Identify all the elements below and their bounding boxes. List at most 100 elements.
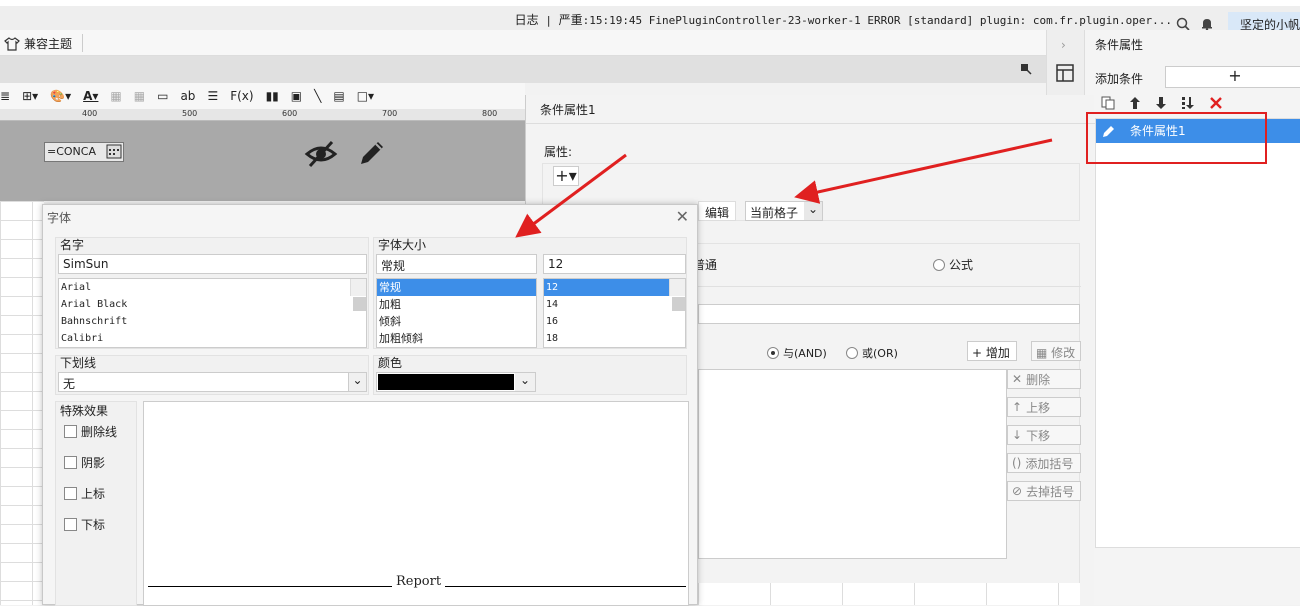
- color-picker[interactable]: ⌄: [376, 372, 536, 392]
- condition-list-box[interactable]: [698, 369, 1007, 559]
- merge-icon[interactable]: ▭: [157, 89, 168, 103]
- down-label: 下移: [1026, 428, 1051, 443]
- remove-bracket-button[interactable]: ⊘ 去掉括号: [1007, 481, 1081, 501]
- radio-circle: [846, 347, 858, 359]
- font-size-list[interactable]: 12 14 16 18: [543, 278, 686, 348]
- subreport-icon[interactable]: ▤: [333, 89, 344, 103]
- size-option[interactable]: 14: [544, 296, 685, 313]
- modify-icon: ▦: [1036, 346, 1052, 360]
- move-down-button[interactable]: ↓ 下移: [1007, 425, 1081, 445]
- style-option[interactable]: 倾斜: [377, 313, 536, 330]
- font-name-list[interactable]: Arial Arial Black Bahnschrift Calibri: [58, 278, 367, 348]
- underline-select[interactable]: 无 ⌄: [58, 372, 367, 392]
- add-condition-button[interactable]: +: [1165, 66, 1300, 88]
- bracket-icon: (): [1012, 456, 1022, 470]
- size-option[interactable]: 12: [544, 279, 685, 296]
- shadow-checkbox[interactable]: 阴影: [64, 454, 105, 471]
- design-canvas[interactable]: =CONCA: [0, 121, 525, 201]
- severity-label: 严重: [558, 13, 583, 27]
- delete-button[interactable]: ✕ 删除: [1007, 369, 1081, 389]
- font-option[interactable]: Arial: [59, 279, 366, 296]
- size-option[interactable]: 16: [544, 313, 685, 330]
- add-bracket-button[interactable]: () 添加括号: [1007, 453, 1081, 473]
- spreadsheet-grid[interactable]: [0, 201, 44, 605]
- pencil-icon[interactable]: [356, 137, 388, 169]
- add-attribute-button[interactable]: +▾: [553, 166, 579, 186]
- lower-grid: [698, 583, 1080, 605]
- move-down-icon[interactable]: [1155, 96, 1167, 110]
- font-option[interactable]: Arial Black: [59, 296, 366, 313]
- font-style-list[interactable]: 常规 加粗 倾斜 加粗倾斜: [376, 278, 537, 348]
- subscript-label: 下标: [81, 518, 106, 532]
- size-list-scrollbar[interactable]: [669, 279, 685, 311]
- style-option[interactable]: 加粗倾斜: [377, 330, 536, 347]
- add-condition-item-button[interactable]: + 增加: [967, 341, 1017, 361]
- chevron-down-icon: ⌄: [804, 202, 822, 220]
- font-option[interactable]: Bahnschrift: [59, 313, 366, 330]
- search-icon[interactable]: [1176, 17, 1190, 31]
- fill-color-icon[interactable]: 🎨▾: [50, 89, 71, 103]
- title-divider: [526, 123, 1095, 124]
- formula-input[interactable]: [698, 304, 1080, 324]
- edit-button[interactable]: 编辑: [698, 201, 737, 221]
- modify-label: 修改: [1051, 346, 1076, 360]
- move-up-icon[interactable]: [1129, 96, 1141, 110]
- status-bar: 日志 | 严重:15:19:45 FinePluginController-23…: [0, 6, 1300, 36]
- color-swatch: [378, 374, 514, 390]
- strikethrough-checkbox[interactable]: 删除线: [64, 423, 117, 440]
- font-name-input[interactable]: SimSun: [58, 254, 367, 274]
- copy-icon[interactable]: [1101, 96, 1115, 110]
- font-color-icon[interactable]: A▾: [83, 89, 98, 103]
- bell-icon[interactable]: [1200, 17, 1214, 31]
- calendar-icon[interactable]: [106, 143, 122, 159]
- shirt-icon: [4, 36, 20, 51]
- delete-icon[interactable]: [1209, 96, 1223, 110]
- radio-formula[interactable]: 公式: [933, 256, 973, 273]
- grid-icon[interactable]: ▦: [110, 89, 121, 103]
- font-size-input[interactable]: 12: [543, 254, 686, 274]
- size-option[interactable]: 18: [544, 330, 685, 347]
- subscript-checkbox[interactable]: 下标: [64, 516, 105, 533]
- move-bottom-icon[interactable]: [1181, 96, 1195, 110]
- modify-button[interactable]: ▦ 修改: [1031, 341, 1081, 361]
- superscript-checkbox[interactable]: 上标: [64, 485, 105, 502]
- chart-icon[interactable]: ▮▮: [266, 89, 279, 103]
- style-option[interactable]: 加粗: [377, 296, 536, 313]
- chevron-right-icon[interactable]: ›: [1061, 38, 1066, 52]
- add-bracket-label: 添加括号: [1025, 456, 1074, 471]
- formula-icon[interactable]: F(x): [230, 89, 253, 103]
- log-label[interactable]: 日志: [515, 13, 539, 27]
- paragraph-icon[interactable]: ☰: [207, 89, 218, 103]
- color-label: 颜色: [378, 356, 403, 370]
- status-divider: |: [545, 14, 552, 27]
- align-icon[interactable]: ≣: [0, 89, 10, 103]
- font-list-scrollbar[interactable]: [350, 279, 366, 311]
- scope-select[interactable]: 当前格子 ⌄: [745, 201, 823, 221]
- strikethrough-label: 删除线: [81, 425, 118, 439]
- collapse-icon[interactable]: [1020, 63, 1032, 75]
- radio-or[interactable]: 或(OR): [846, 345, 898, 361]
- cell-attributes-icon[interactable]: [1056, 64, 1074, 82]
- table-icon[interactable]: ▦: [134, 89, 145, 103]
- radio-circle-checked: [767, 347, 779, 359]
- hidden-eye-icon[interactable]: [304, 137, 338, 171]
- ruler-tick: 400: [82, 109, 98, 118]
- border-icon[interactable]: ⊞▾: [22, 89, 38, 103]
- underline-value: 无: [63, 377, 76, 391]
- status-message-area[interactable]: 日志 | 严重:15:19:45 FinePluginController-23…: [515, 11, 1172, 28]
- radio-and[interactable]: 与(AND): [767, 345, 827, 361]
- move-up-button[interactable]: ↑ 上移: [1007, 397, 1081, 417]
- image-icon[interactable]: ▣: [291, 89, 302, 103]
- radio-and-label: 与(AND): [783, 347, 827, 360]
- radio-formula-label: 公式: [949, 258, 974, 272]
- toolbar-gray-band: [0, 56, 1046, 83]
- text-ab-icon[interactable]: ab: [180, 89, 195, 103]
- frame-icon[interactable]: □▾: [357, 89, 374, 103]
- style-option[interactable]: 常规: [377, 279, 536, 296]
- slash-icon[interactable]: ╲: [314, 89, 321, 103]
- chevron-down-icon: ⌄: [515, 373, 535, 391]
- close-icon[interactable]: ✕: [676, 207, 689, 226]
- compat-theme-menu[interactable]: 兼容主题: [4, 35, 72, 52]
- font-style-input[interactable]: 常规: [376, 254, 537, 274]
- font-option[interactable]: Calibri: [59, 330, 366, 347]
